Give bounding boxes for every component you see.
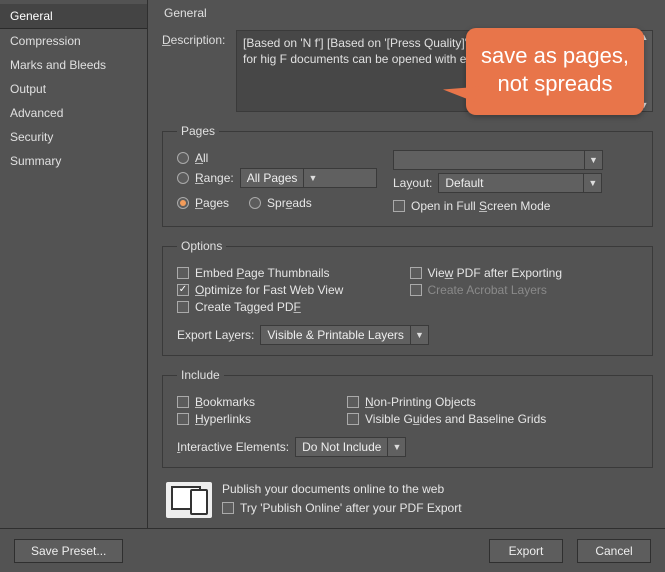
label-view-after: View PDF after Exporting — [428, 266, 563, 280]
sidebar-item-advanced[interactable]: Advanced — [0, 101, 147, 125]
export-layers-label: Export Layers: — [177, 328, 254, 342]
pages-group: Pages All Range: All Pages ▼ — [162, 124, 653, 227]
layout-combo[interactable]: Default ▼ — [438, 173, 602, 193]
check-fullscreen[interactable] — [393, 200, 405, 212]
cancel-button[interactable]: Cancel — [577, 539, 651, 563]
label-embed-thumbs: Embed Page Thumbnails — [195, 266, 330, 280]
check-tagged-pdf[interactable] — [177, 301, 189, 313]
check-nonprinting[interactable] — [347, 396, 359, 408]
check-guides[interactable] — [347, 413, 359, 425]
label-acrobat-layers: Create Acrobat Layers — [428, 283, 547, 297]
devices-icon — [166, 482, 212, 518]
sidebar-item-output[interactable]: Output — [0, 77, 147, 101]
annotation-callout: save as pages, not spreads — [466, 28, 644, 115]
label-fullscreen: Open in Full Screen Mode — [411, 199, 550, 213]
radio-all[interactable] — [177, 152, 189, 164]
check-try-publish[interactable] — [222, 502, 234, 514]
sidebar-item-compression[interactable]: Compression — [0, 29, 147, 53]
publish-headline: Publish your documents online to the web — [222, 482, 462, 496]
chevron-down-icon: ▼ — [387, 438, 405, 456]
interactive-combo[interactable]: Do Not Include ▼ — [295, 437, 406, 457]
label-all: All — [195, 151, 208, 165]
label-pages: Pages — [195, 196, 229, 210]
label-bookmarks: Bookmarks — [195, 395, 255, 409]
export-layers-combo[interactable]: Visible & Printable Layers ▼ — [260, 325, 429, 345]
sidebar-item-marks-bleeds[interactable]: Marks and Bleeds — [0, 53, 147, 77]
label-hyperlinks: Hyperlinks — [195, 412, 251, 426]
label-range: Range: — [195, 171, 234, 185]
check-embed-thumbs[interactable] — [177, 267, 189, 279]
description-label: Description: — [162, 30, 230, 112]
interactive-label: Interactive Elements: — [177, 440, 289, 454]
label-tagged-pdf: Create Tagged PDF — [195, 300, 301, 314]
label-optimize-web: Optimize for Fast Web View — [195, 283, 343, 297]
sidebar: General Compression Marks and Bleeds Out… — [0, 0, 148, 528]
check-optimize-web[interactable] — [177, 284, 189, 296]
check-hyperlinks[interactable] — [177, 413, 189, 425]
label-guides: Visible Guides and Baseline Grids — [365, 412, 546, 426]
options-group: Options Embed Page Thumbnails Optimize f… — [162, 239, 653, 356]
radio-spreads[interactable] — [249, 197, 261, 209]
check-view-after[interactable] — [410, 267, 422, 279]
publish-online-row: Publish your documents online to the web… — [162, 480, 653, 520]
range-combo[interactable]: All Pages ▼ — [240, 168, 377, 188]
chevron-down-icon: ▼ — [303, 169, 321, 187]
include-group: Include Bookmarks Hyperlinks Non-Printin… — [162, 368, 653, 468]
sidebar-item-general[interactable]: General — [0, 4, 147, 29]
export-button[interactable]: Export — [489, 539, 563, 563]
label-spreads: Spreads — [267, 196, 312, 210]
chevron-down-icon: ▼ — [583, 174, 601, 192]
options-legend: Options — [177, 239, 226, 253]
panel-title: General — [162, 6, 653, 20]
main-panel: General Description: [Based on 'N f'] [B… — [148, 0, 665, 528]
unnamed-combo-1[interactable]: ▼ — [393, 150, 603, 170]
chevron-down-icon: ▼ — [410, 326, 428, 344]
check-acrobat-layers — [410, 284, 422, 296]
radio-pages[interactable] — [177, 197, 189, 209]
bottom-bar: Save Preset... Export Cancel — [0, 528, 665, 572]
chevron-down-icon: ▼ — [584, 151, 602, 169]
label-nonprinting: Non-Printing Objects — [365, 395, 476, 409]
pages-legend: Pages — [177, 124, 219, 138]
layout-label: Layout: — [393, 176, 432, 190]
label-try-publish: Try 'Publish Online' after your PDF Expo… — [240, 501, 462, 515]
save-preset-button[interactable]: Save Preset... — [14, 539, 123, 563]
check-bookmarks[interactable] — [177, 396, 189, 408]
sidebar-item-security[interactable]: Security — [0, 125, 147, 149]
include-legend: Include — [177, 368, 224, 382]
sidebar-item-summary[interactable]: Summary — [0, 149, 147, 173]
radio-range[interactable] — [177, 172, 189, 184]
